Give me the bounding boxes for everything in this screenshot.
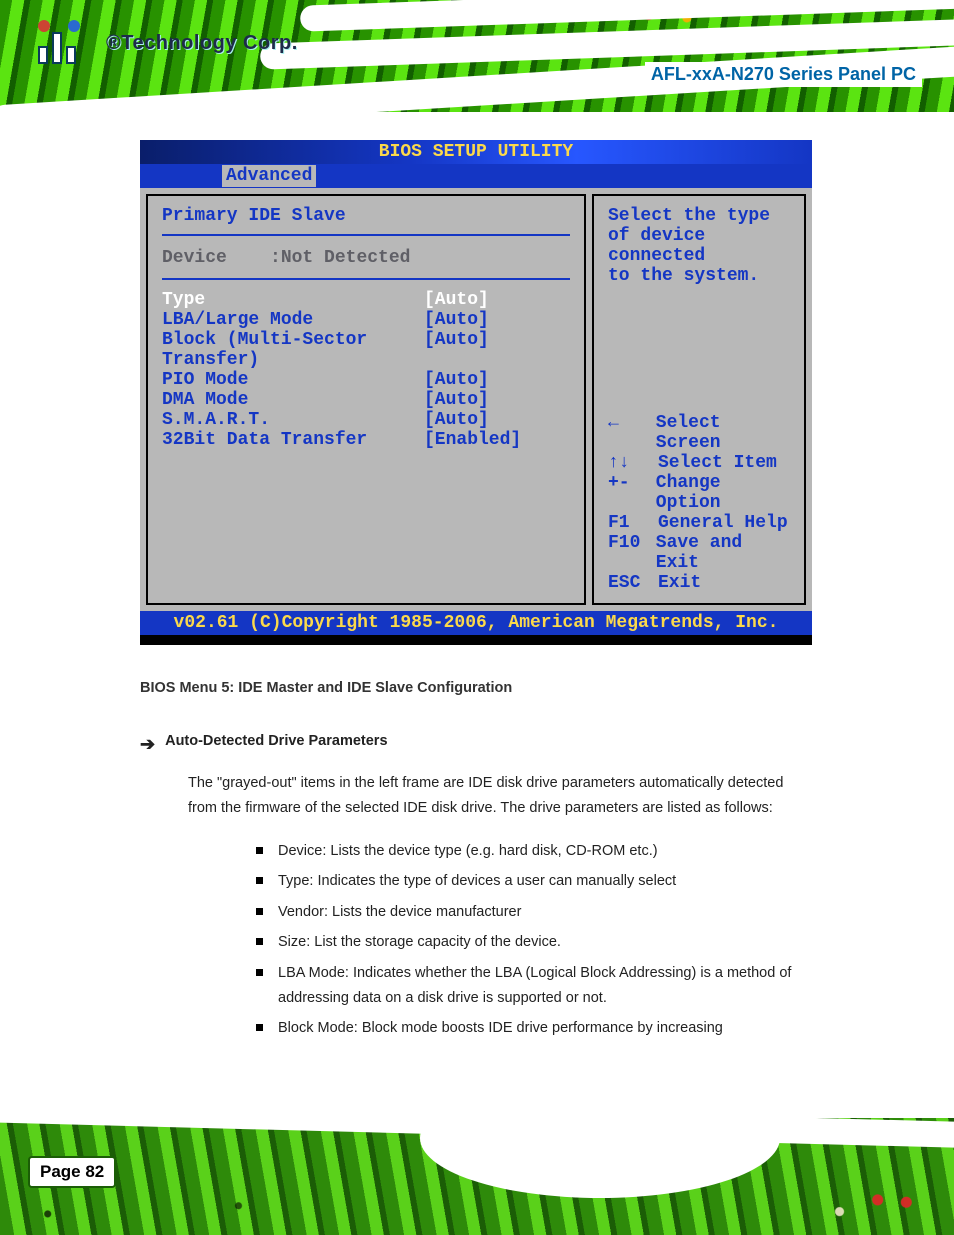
arrow-label: Auto-Detected Drive Parameters [165, 729, 387, 760]
key-row: ↑↓Select Item [608, 453, 790, 473]
list-item: Device: Lists the device type (e.g. hard… [256, 839, 812, 864]
help-line: to the system. [608, 266, 790, 286]
key-desc: Select Screen [656, 413, 790, 453]
setting-value: [Auto] [424, 390, 489, 410]
bios-tab-advanced[interactable]: Advanced [222, 165, 316, 187]
key-name: ESC [608, 573, 658, 593]
setting-value: [Enabled] [424, 430, 521, 450]
brand-name: Technology Corp. [121, 32, 298, 54]
page-number-wrap: Page 82 [30, 1158, 114, 1186]
document-body: BIOS Menu 5: IDE Master and IDE Slave Co… [140, 676, 812, 1047]
list-item: Block Mode: Block mode boosts IDE drive … [256, 1016, 812, 1041]
setting-label: 32Bit Data Transfer [162, 430, 424, 450]
bios-tab-bar: Advanced [140, 164, 812, 188]
help-line: Select the type [608, 206, 790, 226]
brand-logo: ®Technology Corp. [38, 22, 298, 64]
bios-body: Primary IDE Slave Device :Not Detected T… [140, 188, 812, 611]
key-desc: Select Item [658, 453, 777, 473]
bios-setting-row[interactable]: 32Bit Data Transfer[Enabled] [162, 430, 570, 450]
list-item: Type: Indicates the type of devices a us… [256, 869, 812, 894]
header-banner: ®Technology Corp. AFL-xxA-N270 Series Pa… [0, 0, 954, 112]
help-line: of device connected [608, 226, 790, 266]
list-item: LBA Mode: Indicates whether the LBA (Log… [256, 961, 812, 1010]
footer-dots [0, 1118, 954, 1235]
key-desc: Exit [658, 573, 701, 593]
bios-setting-row[interactable]: PIO Mode[Auto] [162, 370, 570, 390]
setting-value: [Auto] [424, 410, 489, 430]
bullet-list: Device: Lists the device type (e.g. hard… [256, 839, 812, 1041]
key-name: F10 [608, 533, 656, 573]
key-name: +- [608, 473, 656, 513]
footer-banner [0, 1118, 954, 1235]
list-item: Vendor: Lists the device manufacturer [256, 900, 812, 925]
bios-setting-row[interactable]: S.M.A.R.T.[Auto] [162, 410, 570, 430]
list-item: Size: List the storage capacity of the d… [256, 930, 812, 955]
setting-label: PIO Mode [162, 370, 424, 390]
key-row: +-Change Option [608, 473, 790, 513]
key-row: F1General Help [608, 513, 790, 533]
paragraph: The "grayed-out" items in the left frame… [188, 771, 812, 820]
brand-text: ®Technology Corp. [106, 32, 298, 55]
setting-label: DMA Mode [162, 390, 424, 410]
arrow-icon: ➔ [140, 729, 155, 760]
bios-setting-row[interactable]: Type[Auto] [162, 290, 570, 310]
setting-label: Block (Multi-Sector Transfer) [162, 330, 424, 370]
key-row: F10Save and Exit [608, 533, 790, 573]
bios-section-title: Primary IDE Slave [162, 206, 570, 236]
bios-setting-row[interactable]: Block (Multi-Sector Transfer)[Auto] [162, 330, 570, 370]
bios-device-row: Device :Not Detected [162, 242, 570, 280]
setting-label: S.M.A.R.T. [162, 410, 424, 430]
bios-footer: v02.61 (C)Copyright 1985-2006, American … [140, 611, 812, 635]
bios-right-pane: Select the typeof device connectedto the… [592, 194, 806, 605]
setting-value: [Auto] [424, 310, 489, 330]
device-label: Device [162, 248, 227, 268]
bios-help-text: Select the typeof device connectedto the… [608, 206, 790, 286]
bios-screenshot: BIOS SETUP UTILITY Advanced Primary IDE … [140, 140, 812, 645]
key-row: ←Select Screen [608, 413, 790, 453]
arrow-heading: ➔ Auto-Detected Drive Parameters [140, 729, 812, 760]
page-number: Page 82 [30, 1158, 114, 1186]
setting-value: [Auto] [424, 290, 489, 310]
setting-label: LBA/Large Mode [162, 310, 424, 330]
bios-title: BIOS SETUP UTILITY [140, 140, 812, 164]
setting-label: Type [162, 290, 424, 310]
bios-setting-row[interactable]: DMA Mode[Auto] [162, 390, 570, 410]
logo-icon [38, 22, 100, 64]
bios-settings-list: Type[Auto]LBA/Large Mode[Auto]Block (Mul… [162, 290, 570, 450]
key-name: ↑↓ [608, 453, 658, 473]
bios-key-legend: ←Select Screen↑↓Select Item+-Change Opti… [608, 413, 790, 593]
product-title: AFL-xxA-N270 Series Panel PC [645, 62, 922, 87]
device-value: :Not Detected [270, 248, 410, 268]
key-name: ← [608, 413, 656, 453]
trademark: ® [106, 32, 121, 54]
key-desc: General Help [658, 513, 788, 533]
key-row: ESCExit [608, 573, 790, 593]
key-desc: Change Option [656, 473, 790, 513]
key-name: F1 [608, 513, 658, 533]
figure-caption: BIOS Menu 5: IDE Master and IDE Slave Co… [140, 676, 812, 701]
setting-value: [Auto] [424, 370, 489, 390]
setting-value: [Auto] [424, 330, 489, 370]
bios-left-pane: Primary IDE Slave Device :Not Detected T… [146, 194, 586, 605]
key-desc: Save and Exit [656, 533, 790, 573]
bios-setting-row[interactable]: LBA/Large Mode[Auto] [162, 310, 570, 330]
